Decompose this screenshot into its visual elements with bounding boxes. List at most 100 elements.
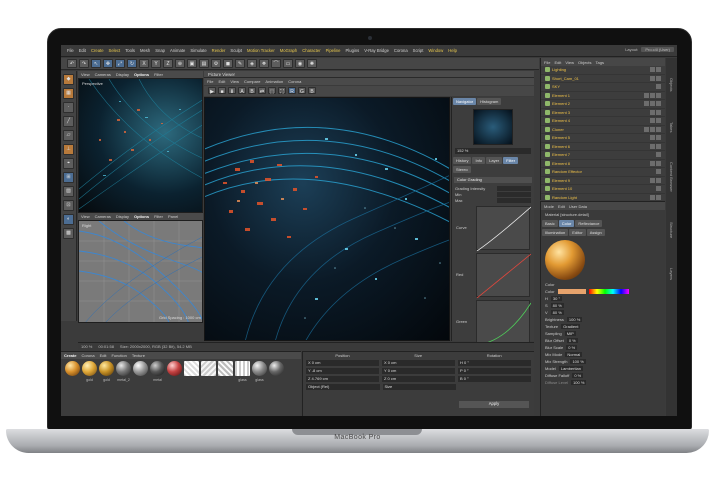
pv-g-channel-icon[interactable]: G: [298, 87, 306, 95]
snap-icon[interactable]: ⊞: [63, 172, 74, 183]
vp2-menu-display[interactable]: Display: [116, 214, 129, 219]
rotation-p-field[interactable]: P 0 °: [458, 368, 531, 374]
am-menu-edit[interactable]: Edit: [558, 204, 565, 209]
scale-icon[interactable]: ⤢: [115, 59, 125, 68]
live-select-icon[interactable]: ↖: [91, 59, 101, 68]
layout-value[interactable]: Pro.c4l (User): [641, 47, 674, 52]
pv-menu-corona[interactable]: Corona: [288, 79, 301, 84]
menu-simulate[interactable]: Simulate: [190, 48, 206, 53]
side-tab-takes[interactable]: Takes: [669, 122, 674, 132]
pv-r-channel-icon[interactable]: R: [288, 87, 296, 95]
material-swatch[interactable]: [116, 361, 131, 376]
material-swatch[interactable]: [201, 361, 216, 376]
om-menu-view[interactable]: View: [565, 60, 574, 65]
layout-switcher[interactable]: Layout: Pro.c4l (User): [625, 47, 674, 52]
material-swatch[interactable]: [269, 361, 284, 376]
vp2-menu-options[interactable]: Options: [134, 214, 149, 219]
light-icon[interactable]: ✺: [307, 59, 317, 68]
solo-icon[interactable]: ◐: [63, 214, 74, 225]
pv-menu-animation[interactable]: Animation: [265, 79, 283, 84]
pv-save-icon[interactable]: ⬇: [228, 87, 236, 95]
brightness-field[interactable]: 100 %: [566, 317, 583, 322]
vp-menu-options[interactable]: Options: [134, 72, 149, 77]
menu-corona[interactable]: Corona: [394, 48, 408, 53]
x-axis-icon[interactable]: X: [139, 59, 149, 68]
object-row[interactable]: Element 1: [541, 92, 665, 100]
size-y-field[interactable]: Y 0 cm: [382, 368, 455, 374]
size-z-field[interactable]: Z 0 cm: [382, 376, 455, 382]
blur-offset-field[interactable]: 0 %: [566, 338, 578, 343]
object-row[interactable]: Element 10: [541, 185, 665, 194]
color-spectrum[interactable]: [588, 289, 629, 294]
tab-histogram[interactable]: Histogram: [477, 98, 502, 105]
object-row[interactable]: Element 3: [541, 109, 665, 117]
navigator-zoom-field[interactable]: 152 %: [455, 148, 531, 154]
workplane-icon[interactable]: ▨: [63, 186, 74, 197]
position-x-field[interactable]: X 0 cm: [306, 360, 379, 366]
tab-info[interactable]: Info: [472, 157, 486, 164]
pv-render-icon[interactable]: ▶: [208, 87, 216, 95]
status-zoom[interactable]: 100 %: [81, 344, 92, 349]
tab-filter[interactable]: Filter: [503, 157, 519, 164]
menu-mesh[interactable]: Mesh: [140, 48, 150, 53]
mix-mode-field[interactable]: Normal: [565, 352, 583, 357]
object-row[interactable]: Element 2: [541, 100, 665, 109]
redo-icon[interactable]: ↷: [79, 59, 89, 68]
param-grading-intensity-field[interactable]: [497, 186, 531, 191]
mat-menu-corona[interactable]: Corona: [81, 353, 94, 358]
vp2-menu-panel[interactable]: Panel: [168, 214, 178, 219]
menu-sculpt[interactable]: Sculpt: [230, 48, 242, 53]
model-field[interactable]: Lambertian: [558, 366, 583, 371]
menu-animate[interactable]: Animate: [170, 48, 185, 53]
tab-navigator[interactable]: Navigator: [453, 98, 477, 105]
coordinate-mode-select[interactable]: Object (Rel): [306, 384, 380, 390]
object-row[interactable]: Element 9: [541, 177, 665, 185]
menu-file[interactable]: File: [67, 48, 74, 53]
curve-editor-green[interactable]: Green: [456, 300, 532, 346]
object-row[interactable]: Element 7: [541, 151, 665, 160]
pen-icon[interactable]: ✎: [235, 59, 245, 68]
material-swatch[interactable]: [82, 361, 97, 376]
menu-motion-tracker[interactable]: Motion Tracker: [247, 48, 275, 53]
menu-character[interactable]: Character: [302, 48, 320, 53]
menu-create[interactable]: Create: [91, 48, 104, 53]
polygons-mode-icon[interactable]: ▱: [63, 130, 74, 141]
object-row[interactable]: Cloner: [541, 126, 665, 134]
vp2-menu-filter[interactable]: Filter: [154, 214, 163, 219]
menu-vray-bridge[interactable]: V-Ray Bridge: [364, 48, 389, 53]
tab-reflectance[interactable]: Reflectance: [575, 220, 603, 227]
object-row[interactable]: Lighting: [541, 66, 665, 75]
pv-stop-icon[interactable]: ■: [218, 87, 226, 95]
tab-color[interactable]: Color: [558, 220, 575, 227]
lock-icon[interactable]: ⊡: [63, 200, 74, 211]
material-swatch[interactable]: [150, 361, 165, 376]
apply-button[interactable]: Apply: [459, 401, 529, 408]
vp-menu-view[interactable]: View: [81, 72, 90, 77]
render-view-icon[interactable]: ▣: [187, 59, 197, 68]
tab-stereo[interactable]: Stereo: [453, 166, 471, 173]
object-row[interactable]: SKY: [541, 83, 665, 92]
object-row[interactable]: Element 8: [541, 160, 665, 168]
tab-editor[interactable]: Editor: [569, 229, 586, 236]
model-mode-icon[interactable]: ◆: [63, 74, 74, 85]
h-field[interactable]: 30 °: [550, 296, 563, 301]
points-mode-icon[interactable]: ·: [63, 102, 74, 113]
side-tab-layers[interactable]: Layers: [669, 268, 674, 280]
material-swatch[interactable]: [133, 361, 148, 376]
texture-mode-icon[interactable]: ▦: [63, 88, 74, 99]
blur-scale-field[interactable]: 0 %: [566, 345, 578, 350]
pv-fullscreen-icon[interactable]: ⛶: [278, 87, 286, 95]
material-swatch[interactable]: [235, 361, 250, 376]
floor-icon[interactable]: ▭: [283, 59, 293, 68]
am-menu-mode[interactable]: Mode: [544, 204, 554, 209]
size-x-field[interactable]: X 0 cm: [382, 360, 455, 366]
pv-menu-compare[interactable]: Compare: [244, 79, 260, 84]
diffuse-level-field[interactable]: 100 %: [571, 380, 587, 385]
material-swatch[interactable]: [252, 361, 267, 376]
pv-menu-edit[interactable]: Edit: [218, 79, 225, 84]
menu-edit[interactable]: Edit: [79, 48, 86, 53]
object-row[interactable]: Element 4: [541, 117, 665, 126]
undo-icon[interactable]: ↶: [67, 59, 77, 68]
material-swatch[interactable]: [218, 361, 233, 376]
pv-swap-icon[interactable]: ⇄: [258, 87, 266, 95]
